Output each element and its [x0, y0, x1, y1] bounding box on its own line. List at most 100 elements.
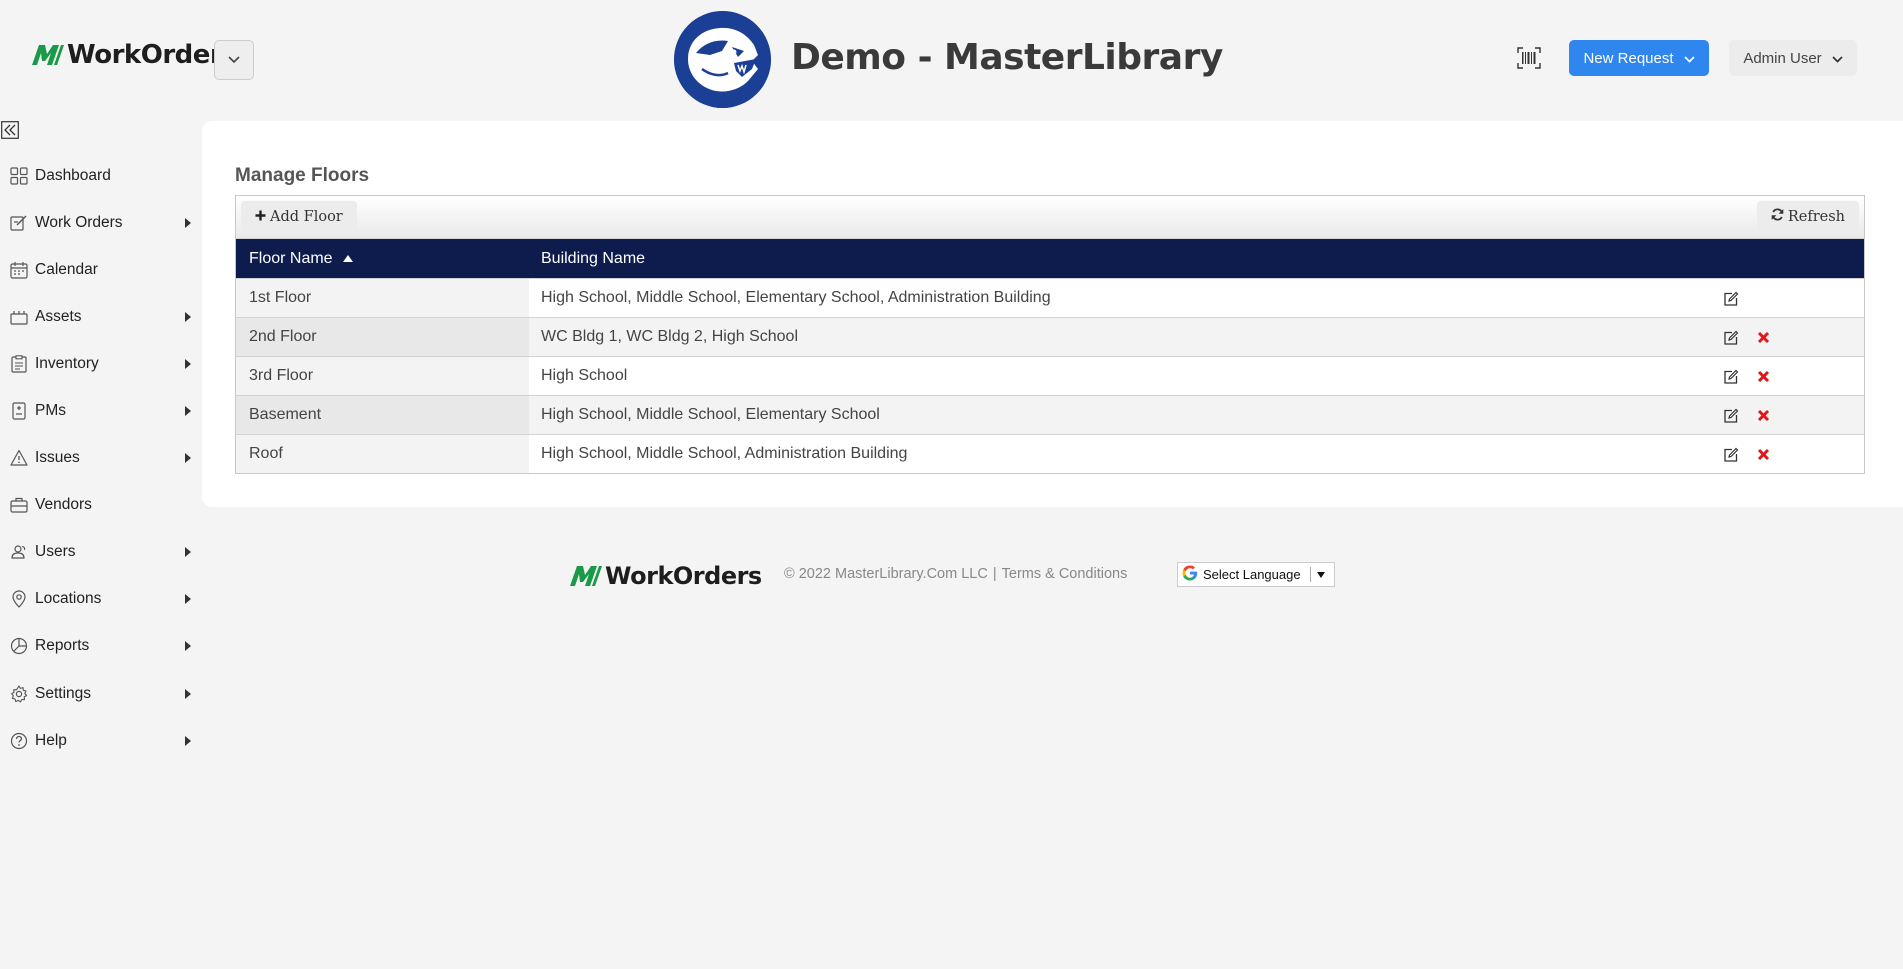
- floor-name-cell: Basement: [236, 396, 529, 434]
- caret-right-icon: [185, 547, 191, 558]
- copyright-text: © 2022 MasterLibrary.Com LLC: [784, 566, 988, 582]
- sidebar-item-dashboard[interactable]: Dashboard: [0, 152, 200, 199]
- terms-link[interactable]: Terms & Conditions: [1002, 566, 1128, 582]
- sort-ascending-icon: [342, 255, 353, 262]
- sidebar-nav: Dashboard Work Orders Calendar Assets In…: [0, 152, 200, 764]
- barcode-scanner-icon: [1517, 46, 1541, 74]
- workorders-logo[interactable]: WorkOrders: [30, 40, 238, 70]
- floor-name-cell: 2nd Floor: [236, 318, 529, 356]
- caret-right-icon: [185, 594, 191, 605]
- sidebar-item-help[interactable]: Help: [0, 717, 200, 764]
- floors-grid: Add Floor Refresh Floor Name Building Na…: [235, 195, 1865, 474]
- footer-copyright: © 2022 MasterLibrary.Com LLC | Terms & Con…: [784, 566, 1127, 582]
- sidebar-item-label: PMs: [35, 402, 66, 420]
- floor-name-cell: 1st Floor: [236, 279, 529, 317]
- sidebar-item-label: Work Orders: [35, 213, 123, 231]
- plus-icon: [255, 209, 266, 225]
- gear-icon: [9, 684, 28, 703]
- dashboard-icon: [9, 166, 28, 185]
- building-name-cell: WC Bldg 1, WC Bldg 2, High School: [529, 318, 1864, 356]
- caret-right-icon: [185, 453, 191, 464]
- assets-icon: [9, 307, 28, 326]
- new-request-label: New Request: [1583, 49, 1674, 67]
- collapse-sidebar-icon[interactable]: [1, 121, 19, 139]
- sidebar-item-settings[interactable]: Settings: [0, 670, 200, 717]
- chevron-down-icon: [228, 51, 240, 69]
- column-header-label: Building Name: [541, 249, 646, 267]
- workorders-logo-mark-icon: [30, 44, 64, 66]
- pms-icon: [9, 402, 28, 421]
- sidebar-item-reports[interactable]: Reports: [0, 623, 200, 670]
- table-row[interactable]: 3rd Floor High School: [236, 356, 1864, 395]
- location-pin-icon: [9, 590, 28, 609]
- delete-icon[interactable]: [1757, 331, 1770, 344]
- delete-icon[interactable]: [1757, 370, 1770, 383]
- briefcase-icon: [9, 496, 28, 515]
- sidebar-item-label: Reports: [35, 637, 90, 655]
- panther-icon: [674, 11, 771, 108]
- caret-right-icon: [185, 688, 191, 699]
- sidebar-item-assets[interactable]: Assets: [0, 293, 200, 340]
- delete-icon[interactable]: [1757, 409, 1770, 422]
- reports-icon: [9, 637, 28, 656]
- app-switcher-dropdown[interactable]: [214, 40, 254, 80]
- add-floor-label: Add Floor: [270, 208, 343, 225]
- building-name-cell: High School: [529, 357, 1864, 395]
- google-g-icon: [1182, 565, 1198, 584]
- table-row[interactable]: 2nd Floor WC Bldg 1, WC Bldg 2, High Sch…: [236, 317, 1864, 356]
- footer-workorders-logo[interactable]: WorkOrders: [568, 562, 762, 590]
- barcode-scan-button[interactable]: [1514, 46, 1544, 74]
- user-menu-button[interactable]: Admin User: [1729, 40, 1857, 76]
- edit-icon[interactable]: [1723, 408, 1739, 424]
- footer-separator: |: [992, 566, 997, 582]
- manage-floors-panel: Manage Floors Add Floor Refresh Floor Na…: [202, 121, 1903, 507]
- sidebar-item-label: Assets: [35, 307, 82, 325]
- add-floor-button[interactable]: Add Floor: [241, 201, 357, 232]
- table-row[interactable]: Roof High School, Middle School, Adminis…: [236, 434, 1864, 473]
- workorders-logo-mark-icon: [568, 565, 602, 587]
- sidebar-item-work-orders[interactable]: Work Orders: [0, 199, 200, 246]
- edit-icon[interactable]: [1723, 447, 1739, 463]
- sidebar-item-label: Settings: [35, 684, 92, 702]
- table-row[interactable]: Basement High School, Middle School, Ele…: [236, 395, 1864, 434]
- column-header-building-name[interactable]: Building Name: [529, 239, 1864, 278]
- work-orders-icon: [9, 213, 28, 232]
- building-name-cell: High School, Middle School, Administrati…: [529, 435, 1864, 473]
- sidebar-item-locations[interactable]: Locations: [0, 576, 200, 623]
- column-header-floor-name[interactable]: Floor Name: [236, 239, 529, 278]
- inventory-icon: [9, 354, 28, 373]
- sidebar-item-calendar[interactable]: Calendar: [0, 246, 200, 293]
- calendar-icon: [9, 260, 28, 279]
- language-selector[interactable]: Select Language: [1177, 562, 1335, 587]
- language-divider: [1309, 567, 1311, 582]
- sidebar-item-inventory[interactable]: Inventory: [0, 340, 200, 387]
- refresh-label: Refresh: [1787, 208, 1845, 225]
- delete-icon[interactable]: [1757, 448, 1770, 461]
- logo-text: WorkOrders: [67, 40, 238, 70]
- edit-icon[interactable]: [1723, 291, 1739, 307]
- sidebar-item-label: Issues: [35, 449, 80, 467]
- warning-icon: [9, 449, 28, 468]
- building-name-cell: High School, Middle School, Elementary S…: [529, 279, 1864, 317]
- sidebar-item-label: Help: [35, 731, 67, 749]
- edit-icon[interactable]: [1723, 369, 1739, 385]
- sidebar-item-users[interactable]: Users: [0, 529, 200, 576]
- sidebar-item-issues[interactable]: Issues: [0, 435, 200, 482]
- caret-right-icon: [185, 311, 191, 322]
- caret-right-icon: [185, 735, 191, 746]
- triangle-down-icon: [1316, 567, 1326, 582]
- users-icon: [9, 543, 28, 562]
- floor-name-cell: 3rd Floor: [236, 357, 529, 395]
- caret-right-icon: [185, 358, 191, 369]
- table-row[interactable]: 1st Floor High School, Middle School, El…: [236, 278, 1864, 317]
- sidebar-item-pms[interactable]: PMs: [0, 387, 200, 434]
- school-mascot-logo: [674, 11, 771, 108]
- column-header-label: Floor Name: [249, 249, 333, 267]
- edit-icon[interactable]: [1723, 330, 1739, 346]
- grid-header-row: Floor Name Building Name: [236, 239, 1864, 278]
- refresh-button[interactable]: Refresh: [1756, 201, 1859, 232]
- floor-name-cell: Roof: [236, 435, 529, 473]
- sidebar-item-vendors[interactable]: Vendors: [0, 482, 200, 529]
- new-request-button[interactable]: New Request: [1569, 40, 1709, 76]
- caret-right-icon: [185, 406, 191, 417]
